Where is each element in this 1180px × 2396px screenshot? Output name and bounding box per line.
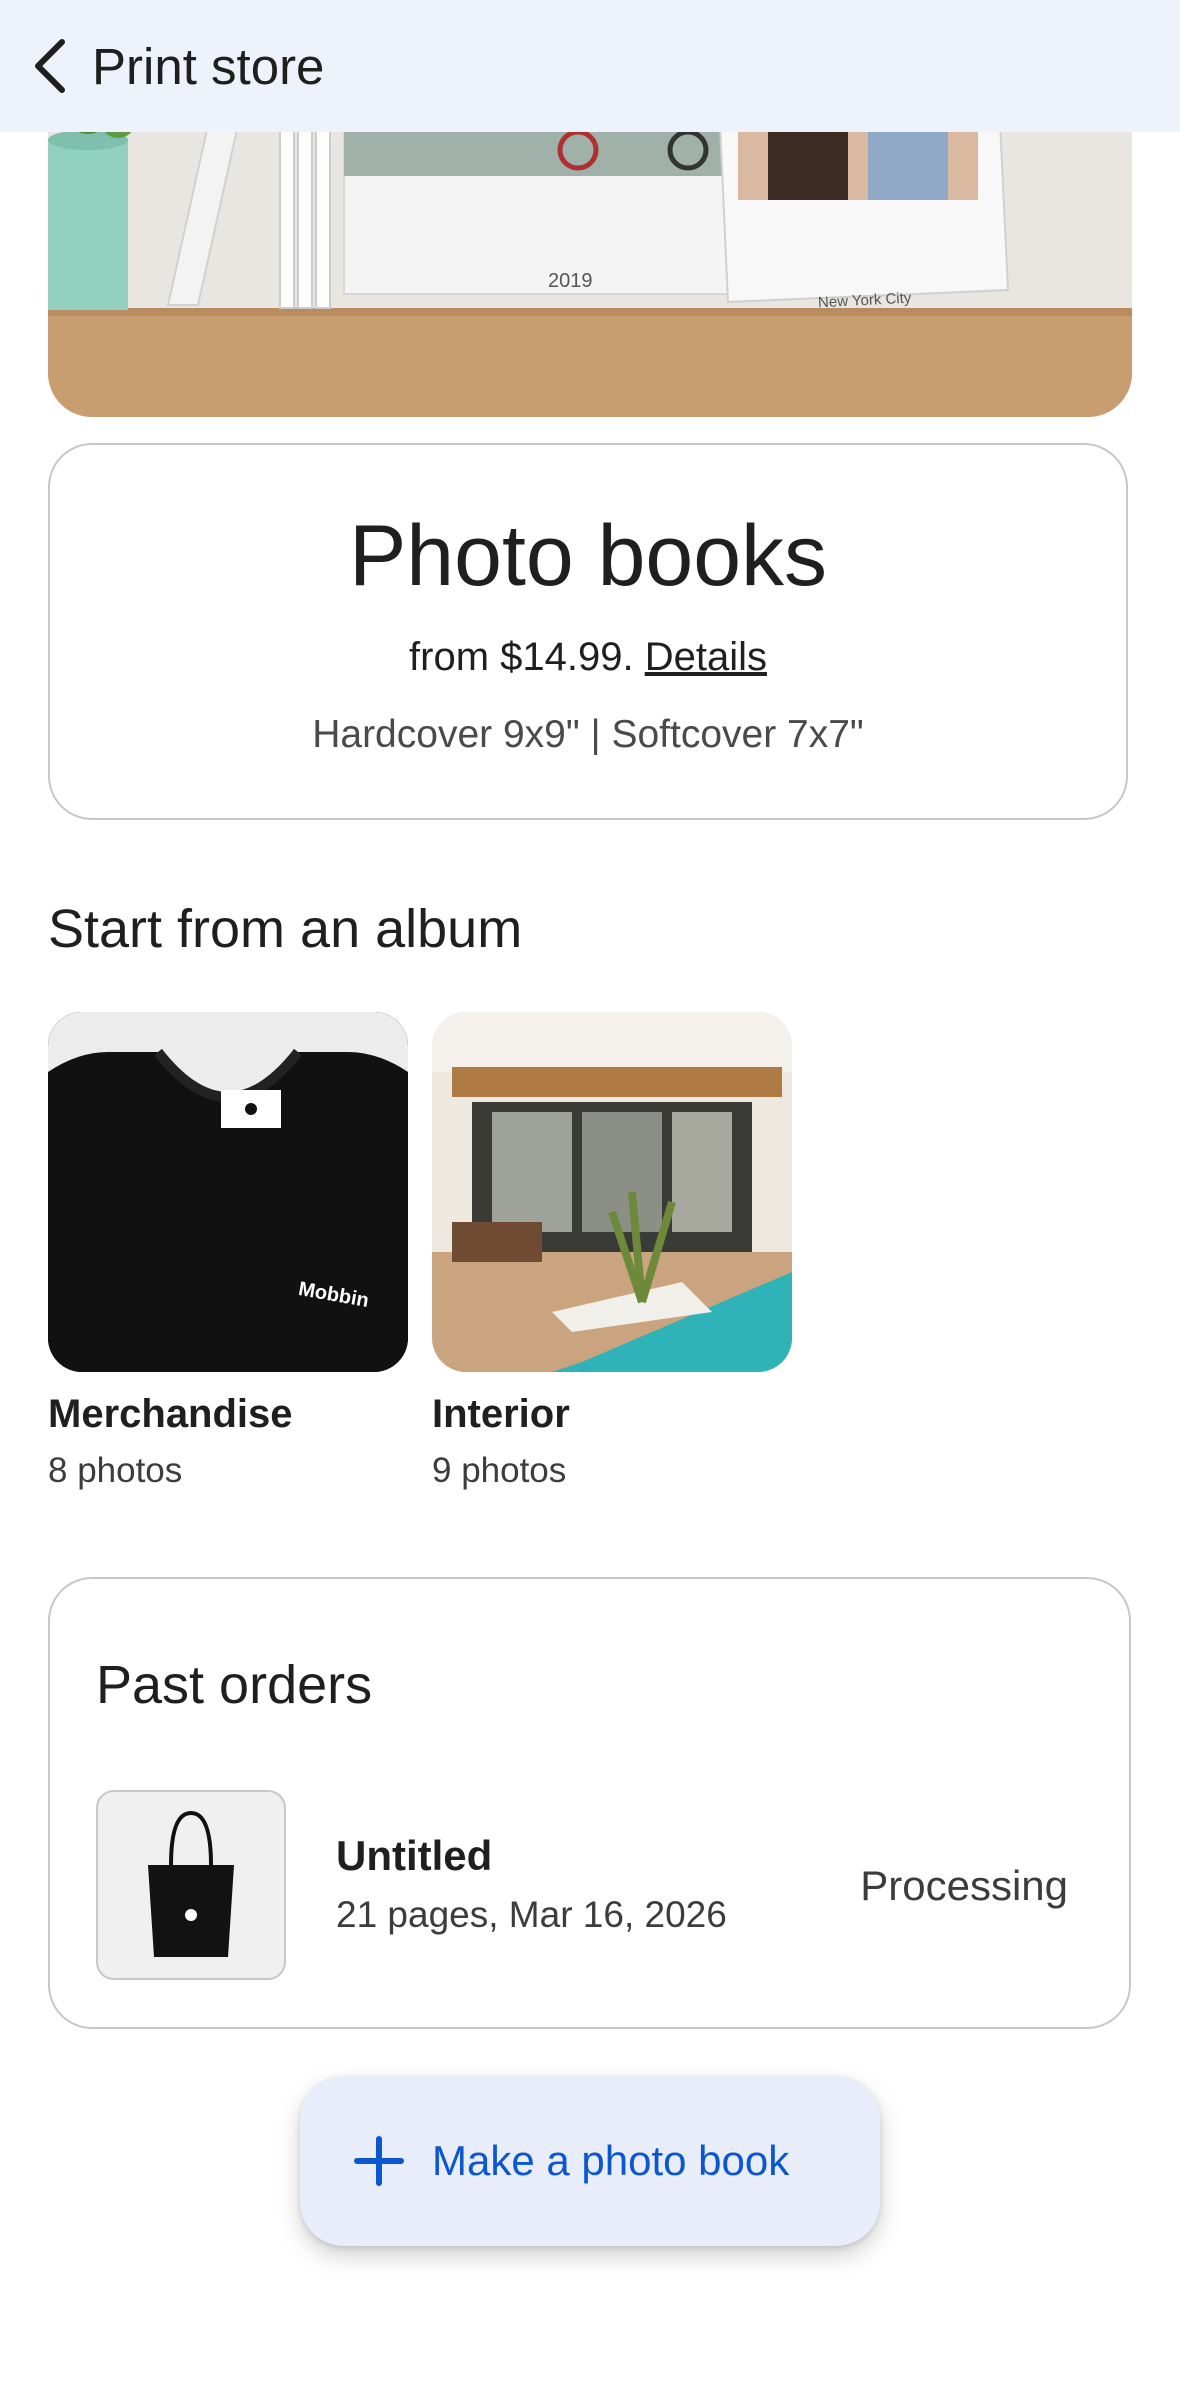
order-status: Processing [860, 1862, 1068, 1909]
photo-books-price: from $14.99. Details [50, 635, 1126, 680]
back-button[interactable] [14, 30, 86, 102]
back-arrow-icon [35, 39, 65, 93]
tote-bag-icon [148, 1810, 234, 1957]
details-link[interactable]: Details [645, 635, 767, 679]
make-photo-book-button[interactable]: Make a photo book [300, 2076, 880, 2246]
order-name: Untitled [336, 1832, 493, 1879]
past-orders-title: Past orders [96, 1655, 373, 1715]
album-photo-count: 8 photos [48, 1451, 183, 1490]
album-thumbnail: Mobbin [48, 1012, 408, 1372]
order-thumbnail [96, 1790, 286, 1980]
photo-books-card[interactable]: Photo books from $14.99. Details Hardcov… [48, 443, 1128, 820]
photo-books-sizes: Hardcover 9x9" | Softcover 7x7" [312, 713, 864, 756]
album-name: Merchandise [48, 1392, 293, 1436]
make-photo-book-label: Make a photo book [432, 2137, 790, 2184]
book-label-2019: 2019 [548, 270, 593, 292]
album-name: Interior [432, 1392, 570, 1436]
photo-books-title: Photo books [348, 508, 828, 604]
section-title-albums: Start from an album [48, 899, 523, 959]
app-bar: Print store [0, 0, 1180, 132]
album-photo-count: 9 photos [432, 1451, 567, 1490]
album-thumbnail [432, 1012, 792, 1372]
past-orders-card: Past orders Untitled 21 pages, Mar 16, 2… [48, 1577, 1131, 2029]
page-title: Print store [92, 37, 325, 95]
order-meta: 21 pages, Mar 16, 2026 [336, 1894, 727, 1935]
album-card-interior[interactable]: Interior 9 photos [432, 1012, 792, 1491]
plus-icon [354, 2136, 404, 2186]
album-card-merchandise[interactable]: Mobbin Merchandise 8 photos [48, 1012, 408, 1491]
price-text: from $14.99. [409, 635, 634, 679]
order-row[interactable]: Untitled 21 pages, Mar 16, 2026 Processi… [96, 1790, 1086, 1980]
